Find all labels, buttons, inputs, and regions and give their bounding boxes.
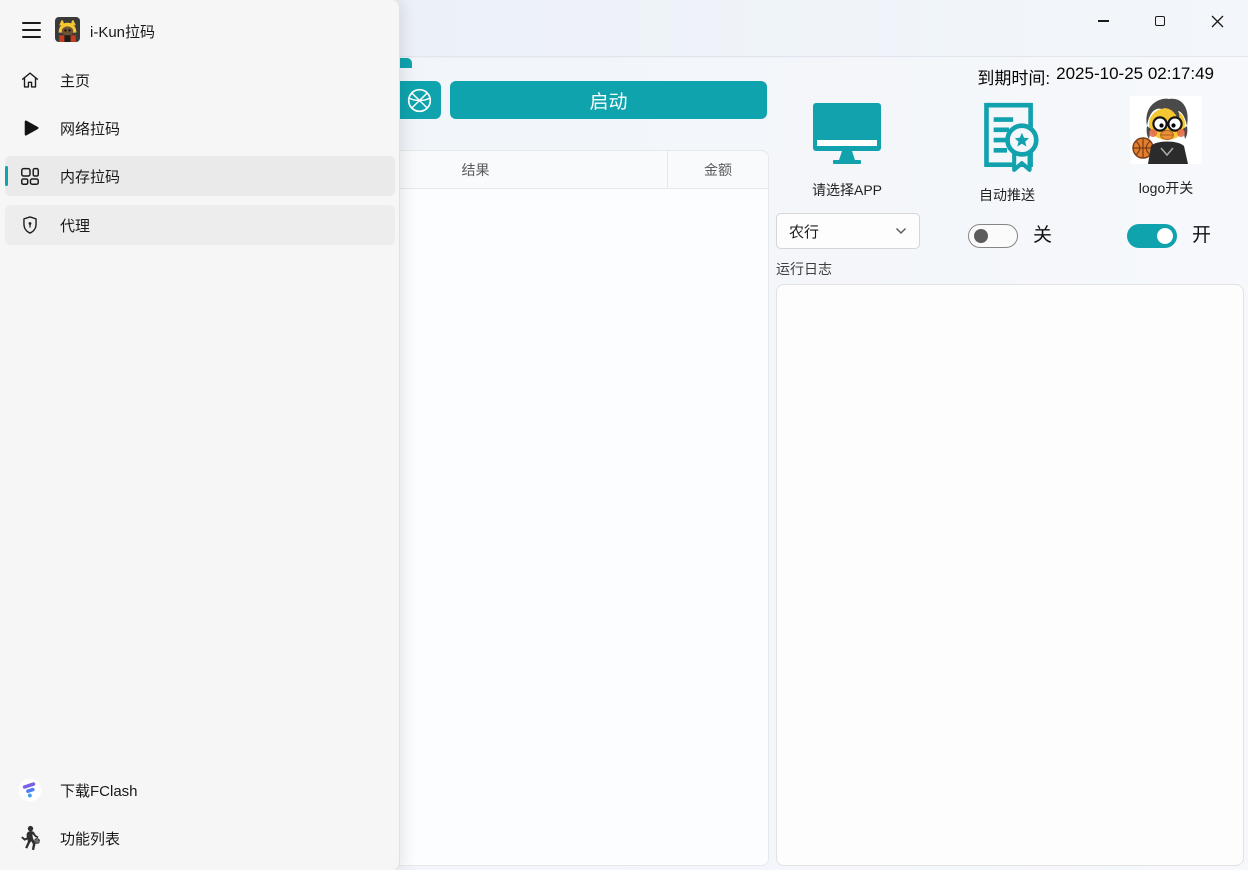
menu-toggle-button[interactable] <box>16 15 46 45</box>
logo-switch-state: 开 <box>1192 224 1211 248</box>
toggle-knob <box>1157 228 1173 244</box>
sidebar-item-label: 内存拉码 <box>60 156 120 196</box>
hamburger-icon <box>22 29 41 31</box>
sidebar-item-label: 主页 <box>60 60 90 100</box>
sidebar-item-function-list[interactable]: 功能列表 <box>5 818 395 858</box>
sidebar-item-memory-selected[interactable]: 内存拉码 <box>5 156 395 196</box>
fclash-icon <box>18 778 42 802</box>
sidebar-item-label: 下载FClash <box>60 770 138 810</box>
app-window: { "app": { "title": "i-Kun拉码" }, "colors… <box>0 0 1248 870</box>
avatar <box>1130 96 1202 164</box>
app-logo-icon <box>55 17 80 42</box>
chevron-down-icon <box>895 227 907 235</box>
selection-indicator <box>5 166 8 186</box>
expiry-value: 2025-10-25 02:17:49 <box>1056 64 1214 89</box>
auto-push-toggle[interactable] <box>968 224 1018 248</box>
auto-push-group: 自动推送 <box>940 98 1074 205</box>
logo-switch-label: logo开关 <box>1106 178 1226 198</box>
app-select-label: 请选择APP <box>776 180 918 200</box>
navigation-sidebar: i-Kun拉码 主页 网络拉码 内存拉码 <box>0 0 400 870</box>
sidebar-item-home[interactable]: 主页 <box>5 60 395 100</box>
run-log-label: 运行日志 <box>776 259 832 279</box>
minimize-icon <box>1098 20 1109 21</box>
app-title: i-Kun拉码 <box>90 21 155 42</box>
maximize-button[interactable] <box>1137 4 1183 38</box>
app-select-group: 请选择APP <box>776 100 918 200</box>
sidebar-item-label: 网络拉码 <box>60 108 120 148</box>
shield-icon <box>18 213 42 237</box>
grid-icon <box>18 164 42 188</box>
monitor-icon <box>808 100 886 166</box>
sidebar-item-proxy[interactable]: 代理 <box>5 205 395 245</box>
auto-push-state: 关 <box>1033 224 1052 248</box>
start-button[interactable]: 启动 <box>450 81 767 119</box>
auto-push-label: 自动推送 <box>940 185 1074 205</box>
app-dropdown-value: 农行 <box>789 221 819 242</box>
sidebar-item-network[interactable]: 网络拉码 <box>5 108 395 148</box>
sidebar-item-download-fclash[interactable]: 下载FClash <box>5 770 395 810</box>
expiry-time: 到期时间: 2025-10-25 02:17:49 <box>977 64 1214 89</box>
logo-switch-group: logo开关 <box>1106 96 1226 198</box>
sidebar-item-label: 代理 <box>60 205 90 245</box>
toggle-knob <box>974 229 988 243</box>
close-button[interactable] <box>1194 4 1240 38</box>
avatar-illustration <box>1130 96 1202 164</box>
hamburger-icon <box>22 22 41 24</box>
sidebar-header: i-Kun拉码 <box>0 0 399 58</box>
column-header-amount: 金额 <box>667 151 768 188</box>
sidebar-item-label: 功能列表 <box>60 818 120 858</box>
run-log-area <box>776 284 1244 866</box>
close-icon <box>1211 15 1224 28</box>
minimize-button[interactable] <box>1080 4 1126 38</box>
app-dropdown[interactable]: 农行 <box>776 213 920 249</box>
expiry-label: 到期时间: <box>977 64 1050 89</box>
basketball-icon <box>406 87 433 114</box>
logo-switch-toggle[interactable] <box>1127 224 1177 248</box>
player-icon <box>18 826 42 850</box>
maximize-icon <box>1155 16 1165 26</box>
play-icon <box>18 116 42 140</box>
home-icon <box>18 68 42 92</box>
certificate-icon <box>973 98 1041 176</box>
hamburger-icon <box>22 36 41 38</box>
